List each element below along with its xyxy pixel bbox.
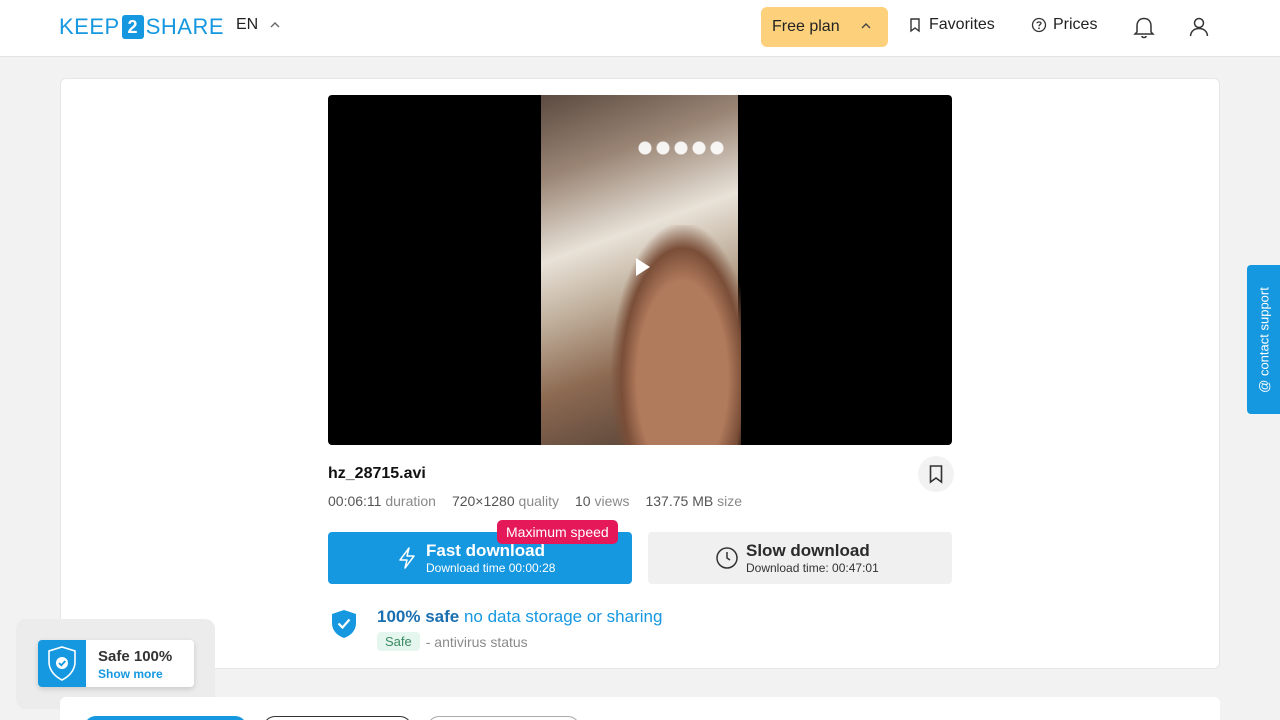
clock-icon (716, 547, 738, 569)
slow-download-time: Download time: 00:47:01 (746, 561, 879, 575)
site-logo[interactable]: KEEP 2 SHARE (59, 14, 224, 40)
shield-check-icon (332, 610, 356, 638)
tab-3[interactable] (427, 716, 580, 720)
meta-size: 137.75 MB size (645, 493, 742, 509)
antivirus-status: Safe - antivirus status (377, 632, 528, 651)
safe-pill: Safe (377, 632, 420, 651)
safety-strong: 100% safe (377, 607, 460, 626)
meta-views: 10 views (575, 493, 630, 509)
meta-duration: 00:06:11 duration (328, 493, 436, 509)
favorites-link[interactable]: Favorites (907, 16, 995, 34)
file-meta: 00:06:11 duration 720×1280 quality 10 vi… (328, 493, 742, 509)
add-favorite-button[interactable] (918, 456, 954, 492)
language-label: EN (236, 16, 259, 33)
favorites-label: Favorites (929, 16, 995, 33)
antivirus-status-text: - antivirus status (425, 633, 528, 650)
chevron-up-icon (270, 22, 280, 28)
chevron-up-icon (861, 23, 871, 29)
safety-statement: 100% safe no data storage or sharing (377, 607, 662, 627)
slow-download-label: Slow download (746, 541, 870, 560)
contact-support-tab[interactable]: @ contact support (1247, 265, 1280, 414)
prices-link[interactable]: Prices (1031, 16, 1097, 34)
show-more-link[interactable]: Show more (98, 667, 163, 681)
tab-1[interactable] (84, 716, 247, 720)
fast-download-time: Download time 00:00:28 (426, 561, 556, 575)
language-selector[interactable]: EN (236, 16, 284, 34)
contact-support-label: @ contact support (1256, 286, 1271, 393)
safe-widget-title: Safe 100% (98, 648, 173, 665)
prices-label: Prices (1053, 16, 1098, 33)
bell-icon[interactable] (1131, 14, 1157, 40)
logo-number: 2 (121, 15, 144, 39)
user-icon[interactable] (1186, 14, 1212, 40)
bookmark-icon (910, 18, 920, 33)
logo-text-left: KEEP (59, 14, 120, 39)
shield-check-icon (48, 646, 76, 681)
safety-rest: no data storage or sharing (463, 607, 663, 626)
play-icon[interactable] (636, 258, 650, 276)
video-player[interactable] (328, 95, 952, 445)
top-header: KEEP 2 SHARE EN Free plan Favorites Pric… (0, 0, 1280, 57)
lightning-icon (399, 547, 415, 569)
question-circle-icon (1031, 17, 1047, 33)
fast-download-label: Fast download (426, 541, 545, 560)
free-plan-button[interactable]: Free plan (761, 7, 888, 47)
meta-quality: 720×1280 quality (451, 493, 559, 509)
tab-2[interactable] (263, 716, 412, 720)
safe-widget-shield (38, 640, 86, 687)
free-plan-label: Free plan (772, 18, 840, 35)
vanity-lights (636, 133, 726, 163)
file-name: hz_28715.avi (328, 465, 426, 482)
logo-text-right: SHARE (145, 14, 224, 39)
bookmark-icon (929, 465, 943, 484)
maximum-speed-badge: Maximum speed (497, 520, 618, 544)
thumbnail-figure (611, 225, 741, 445)
slow-download-button[interactable]: Slow download Download time: 00:47:01 (648, 532, 952, 584)
safe-widget[interactable]: Safe 100% Show more (38, 640, 194, 687)
